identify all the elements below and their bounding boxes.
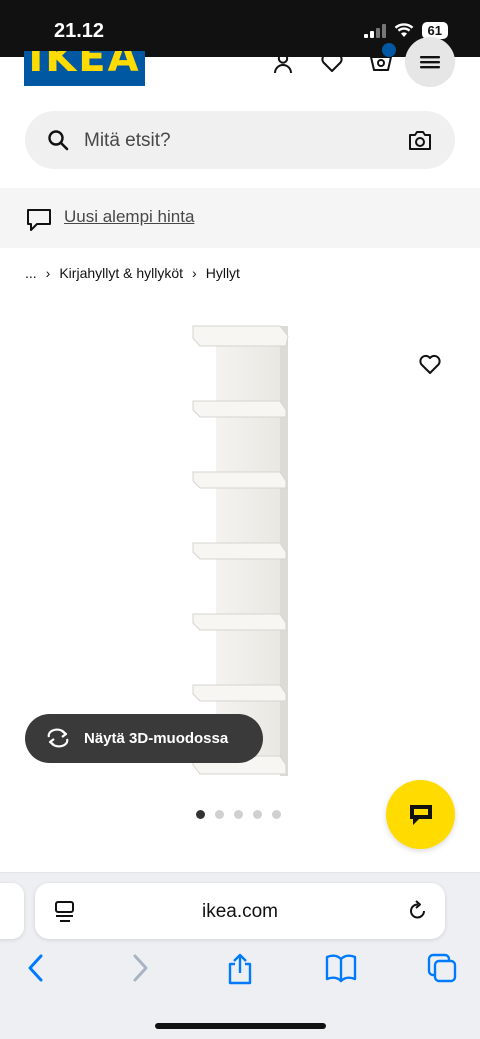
hamburger-icon <box>420 56 440 69</box>
view-3d-button[interactable]: Näytä 3D-muodossa <box>25 714 263 763</box>
rotate-3d-icon <box>47 728 69 748</box>
camera-search-icon[interactable] <box>408 130 432 151</box>
chat-icon <box>409 804 432 825</box>
logo-text: IKEA <box>28 51 141 81</box>
breadcrumb-item[interactable]: Kirjahyllyt & hyllyköt <box>59 265 183 281</box>
heart-icon[interactable] <box>418 353 442 375</box>
carousel-dot[interactable] <box>196 810 205 819</box>
search-bar[interactable]: Mitä etsit? <box>25 111 455 169</box>
url-text: ikea.com <box>201 901 279 922</box>
breadcrumb: ... › Kirjahyllyt & hyllyköt › Hyllyt <box>25 265 240 281</box>
carousel-dot[interactable] <box>215 810 224 819</box>
ikea-logo[interactable]: IKEA <box>24 51 145 86</box>
chevron-right-icon: › <box>192 265 197 281</box>
speech-bubble-icon <box>27 209 51 231</box>
bookmarks-icon[interactable] <box>325 953 357 983</box>
status-time: 21.12 <box>54 20 105 42</box>
previous-tab-preview[interactable] <box>0 883 24 939</box>
breadcrumb-item[interactable]: Hyllyt <box>206 265 240 281</box>
tabs-icon[interactable] <box>427 953 457 983</box>
wishlist-icon[interactable] <box>320 51 344 73</box>
share-icon[interactable] <box>226 953 254 985</box>
promo-banner[interactable]: Uusi alempi hinta <box>0 188 480 248</box>
status-icons: 61 <box>363 22 448 39</box>
chevron-right-icon: › <box>45 265 51 281</box>
carousel-dot[interactable] <box>272 810 281 819</box>
view-3d-label: Näytä 3D-muodossa <box>84 730 229 747</box>
home-indicator <box>155 1023 326 1029</box>
search-placeholder: Mitä etsit? <box>84 130 171 151</box>
wifi-icon <box>394 23 413 37</box>
search-icon <box>48 130 69 151</box>
signal-icon <box>363 23 386 38</box>
forward-icon[interactable] <box>130 953 150 983</box>
carousel-dots <box>196 810 281 819</box>
promo-link[interactable]: Uusi alempi hinta <box>64 207 194 227</box>
profile-icon[interactable] <box>271 51 295 75</box>
browser-toolbar: ikea.com <box>0 873 480 1039</box>
site-header: IKEA <box>0 37 480 95</box>
carousel-dot[interactable] <box>253 810 262 819</box>
carousel-dot[interactable] <box>234 810 243 819</box>
back-icon[interactable] <box>26 953 46 983</box>
address-bar[interactable]: ikea.com <box>35 883 445 939</box>
breadcrumb-ellipsis[interactable]: ... <box>25 265 37 281</box>
menu-button[interactable] <box>405 37 455 87</box>
reload-icon[interactable] <box>407 900 429 922</box>
chat-button[interactable] <box>386 780 455 849</box>
cart-badge <box>382 43 396 57</box>
